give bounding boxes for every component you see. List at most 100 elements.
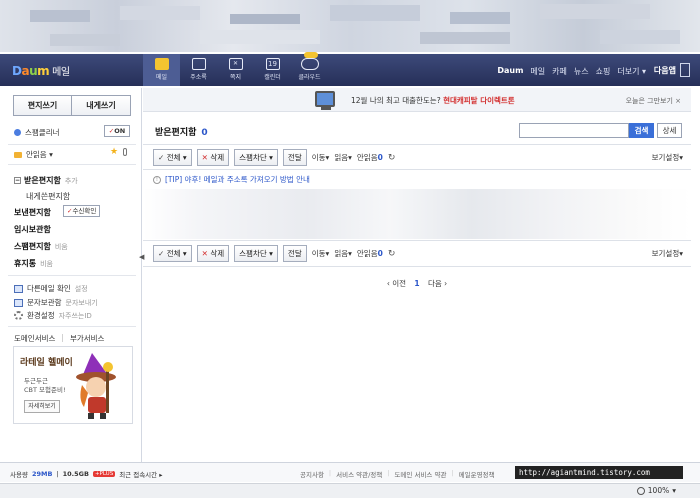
receipt-check-button[interactable]: ✓수신확인: [63, 205, 101, 217]
nav-mail[interactable]: 메일: [143, 54, 180, 86]
footer-link-policy[interactable]: 메일운영정책: [459, 469, 495, 479]
divider: [143, 144, 691, 145]
forward-button[interactable]: 전달: [282, 149, 307, 166]
page-title: 받은편지함 0: [155, 128, 208, 138]
send-sms-link[interactable]: 문자보내기: [66, 298, 98, 308]
drop-icon: [14, 129, 21, 136]
service-tabs: 도메인서비스 | 부가서비스: [14, 333, 105, 344]
footer-link-notice[interactable]: 공지사항: [300, 469, 324, 479]
refresh-icon[interactable]: ↻: [388, 153, 396, 163]
zoom-icon: [636, 486, 645, 495]
write-to-self-button[interactable]: 내게쓰기: [72, 95, 131, 116]
nav-cloud[interactable]: 클라우드: [291, 52, 328, 86]
last-login-link[interactable]: 최근 접속시간 ▸: [119, 469, 162, 479]
mobile-icon[interactable]: [680, 63, 690, 77]
topmenu-more[interactable]: 더보기 ▾: [617, 66, 646, 77]
app-header: Daum 메일 메일 주소록 ✕ 쪽지 19 캘린더 클라우드 Daum 메일 카…: [0, 52, 700, 86]
view-settings-dropdown[interactable]: 보기설정▾: [652, 152, 683, 163]
add-folder-link[interactable]: 추가: [65, 177, 78, 185]
select-all-button[interactable]: ✓ 전체 ▾: [153, 245, 192, 262]
unread-filter-link[interactable]: 안읽음0: [357, 152, 383, 163]
hide-today-link[interactable]: 오늘은 그만보기 ×: [626, 96, 681, 106]
unread-filter[interactable]: 안읽음 ▾: [14, 149, 53, 160]
delete-button[interactable]: ✕ 삭제: [196, 245, 230, 262]
topmenu-cafe[interactable]: 카페: [552, 66, 567, 77]
divider: [143, 169, 691, 170]
topmenu-mail[interactable]: 메일: [530, 66, 545, 77]
tv-icon: [315, 91, 335, 110]
read-dropdown[interactable]: 읽음▾: [334, 248, 352, 259]
collapse-icon[interactable]: −: [14, 177, 21, 184]
empty-spam-link[interactable]: 비움: [55, 243, 68, 251]
settings[interactable]: 환경설정 자주쓰는ID: [14, 310, 92, 321]
nav-calendar[interactable]: 19 캘린더: [254, 54, 291, 86]
divider: [8, 275, 136, 276]
mail-main: 12월 나의 최고 대출한도는? 현대캐피탈 다이렉트론 오늘은 그만보기 × …: [143, 88, 691, 462]
next-page-link[interactable]: 다음 ›: [428, 279, 447, 288]
folder-sent[interactable]: 보낸편지함: [14, 207, 51, 218]
folder-spam[interactable]: 스팸편지함 비움: [14, 241, 68, 252]
nav-note[interactable]: ✕ 쪽지: [217, 54, 254, 86]
blurred-browser-area: [0, 0, 700, 52]
topmenu-news[interactable]: 뉴스: [574, 66, 589, 77]
footer-link-terms[interactable]: 서비스 약관/정책: [336, 469, 382, 479]
folder-to-me[interactable]: 내게쓴편지함: [26, 191, 70, 202]
promo-banner[interactable]: 12월 나의 최고 대출한도는? 현대캐피탈 다이렉트론 오늘은 그만보기 ×: [143, 88, 691, 112]
spam-cleaner[interactable]: 스팸클리너: [14, 127, 60, 138]
sms-box[interactable]: 문자보관함 문자보내기: [14, 297, 98, 308]
ad-title: 라테일 헬메이: [20, 358, 73, 368]
other-mail-check[interactable]: 다른메일 확인 설정: [14, 283, 88, 294]
nav-address-book[interactable]: 주소록: [180, 54, 217, 86]
spam-cleaner-toggle[interactable]: ✓ON: [104, 125, 130, 137]
top-menu: Daum 메일 카페 뉴스 쇼핑 더보기 ▾: [497, 66, 646, 77]
plus-badge[interactable]: +PLUS: [92, 471, 116, 477]
browser-status-bar: 100% ▾: [0, 483, 700, 498]
delete-button[interactable]: ✕ 삭제: [196, 149, 230, 166]
zoom-control[interactable]: 100% ▾: [636, 486, 676, 495]
detail-search-button[interactable]: 상세: [657, 123, 682, 138]
ad-detail-button[interactable]: 자세히보기: [24, 400, 60, 413]
ad-banner[interactable]: 라테일 헬메이 두근두근 CBT 모험준비! 자세히보기: [13, 346, 133, 424]
current-page[interactable]: 1: [414, 279, 419, 288]
move-dropdown[interactable]: 이동▾: [312, 152, 330, 163]
blurred-mail-list: [143, 189, 691, 239]
footer-link-domain-terms[interactable]: 도메인 서비스 약관: [394, 469, 446, 479]
spam-block-button[interactable]: 스팸차단 ▾: [234, 149, 278, 166]
view-settings-dropdown[interactable]: 보기설정▾: [652, 248, 683, 259]
frequent-id-link[interactable]: 자주쓰는ID: [59, 311, 92, 321]
forward-button[interactable]: 전달: [282, 245, 307, 262]
daum-mail-logo[interactable]: Daum 메일: [12, 63, 70, 78]
move-dropdown[interactable]: 이동▾: [312, 248, 330, 259]
refresh-icon[interactable]: ↻: [388, 249, 396, 259]
attachment-icon[interactable]: [123, 148, 127, 156]
divider: [8, 144, 136, 145]
addon-service-tab[interactable]: 부가서비스: [70, 333, 105, 344]
cloud-icon: [300, 52, 319, 70]
read-dropdown[interactable]: 읽음▾: [334, 152, 352, 163]
left-sidebar: 편지쓰기 내게쓰기 스팸클리너 ✓ON 안읽음 ▾ ★ − 받은편지함 추가 내게쓴…: [4, 88, 142, 462]
spam-block-button[interactable]: 스팸차단 ▾: [234, 245, 278, 262]
topmenu-shopping[interactable]: 쇼핑: [596, 66, 611, 77]
search-input[interactable]: [519, 123, 629, 138]
prev-page-link[interactable]: ‹ 이전: [387, 279, 406, 288]
pagination: ‹ 이전 1 다음 ›: [143, 278, 691, 289]
note-icon: ✕: [228, 58, 243, 70]
folder-inbox[interactable]: − 받은편지함 추가: [14, 175, 78, 186]
divider: [8, 326, 136, 327]
select-all-button[interactable]: ✓ 전체 ▾: [153, 149, 192, 166]
tip-row[interactable]: ! [TIP] 야후! 메일과 주소록 가져오기 방법 안내: [153, 174, 310, 185]
folder-trash[interactable]: 휴지통 비움: [14, 258, 53, 269]
other-mail-settings-link[interactable]: 설정: [75, 284, 88, 294]
search-button[interactable]: 검색: [629, 123, 654, 138]
domain-service-tab[interactable]: 도메인서비스: [14, 333, 55, 344]
folder-drafts[interactable]: 임시보관함: [14, 224, 51, 235]
compose-button[interactable]: 편지쓰기: [13, 95, 72, 116]
storage-usage: 사용량 29MB | 10.5GB +PLUS 최근 접속시간 ▸: [10, 469, 163, 479]
empty-trash-link[interactable]: 비움: [40, 260, 53, 268]
folder-icon: [14, 151, 22, 158]
topmenu-daum[interactable]: Daum: [497, 66, 523, 77]
unread-filter-link[interactable]: 안읽음0: [357, 248, 383, 259]
user-name[interactable]: 다음앱: [654, 65, 676, 76]
star-icon[interactable]: ★: [110, 147, 118, 157]
footer-links: 공지사항 | 서비스 약관/정책 | 도메인 서비스 약관 | 메일운영정책: [300, 469, 495, 479]
